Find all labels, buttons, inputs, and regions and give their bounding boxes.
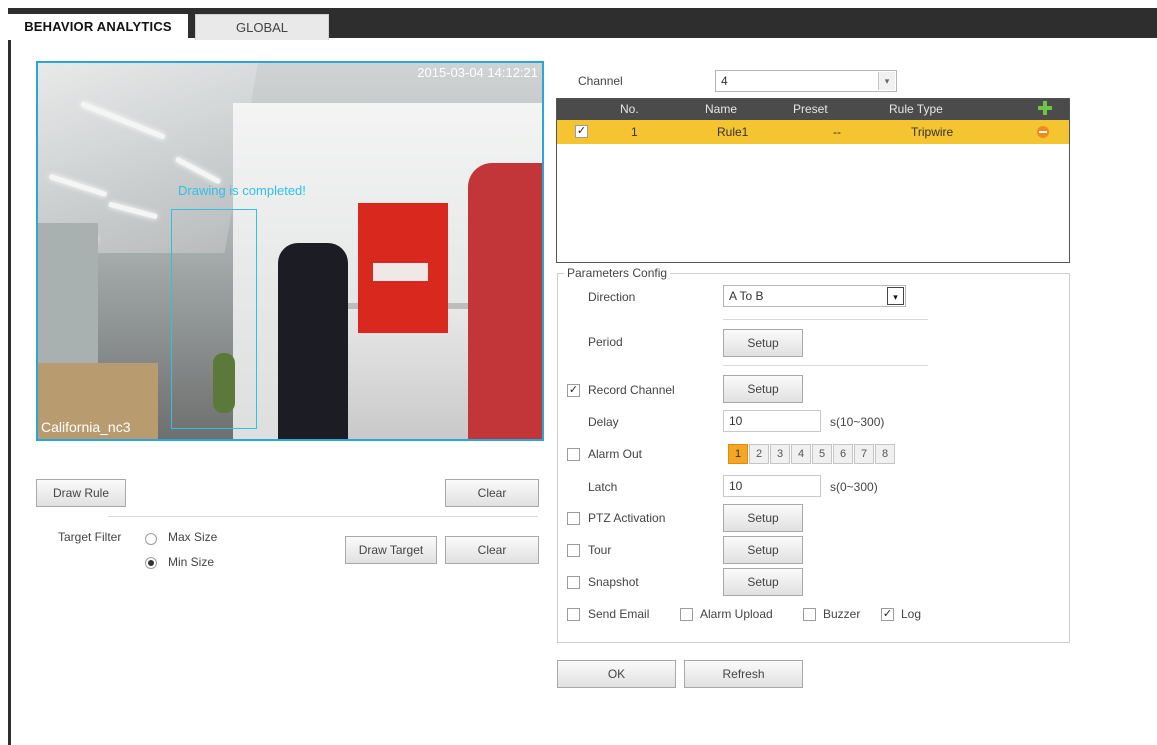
- send-email-label: Send Email: [588, 607, 650, 621]
- max-size-radio[interactable]: [145, 533, 157, 545]
- clear-rule-button[interactable]: Clear: [445, 479, 539, 507]
- video-bag-sign: [373, 263, 428, 281]
- latch-input[interactable]: 10: [723, 475, 821, 497]
- send-email-checkbox[interactable]: [567, 608, 580, 621]
- alarm-upload-checkbox[interactable]: [680, 608, 693, 621]
- snapshot-checkbox[interactable]: [567, 576, 580, 589]
- alarm-out-checkbox[interactable]: [567, 448, 580, 461]
- record-channel-label: Record Channel: [588, 383, 675, 397]
- header-rule-type: Rule Type: [889, 102, 943, 116]
- buzzer-checkbox[interactable]: [803, 608, 816, 621]
- min-size-label: Min Size: [168, 555, 215, 569]
- header-name: Name: [705, 102, 738, 116]
- min-size-radio[interactable]: [145, 557, 157, 569]
- rules-table: No. Name Preset Rule Type ✓ 1 Rule1 -- T…: [556, 98, 1070, 263]
- delay-input[interactable]: 10: [723, 410, 821, 432]
- alarm-out-7[interactable]: 7: [854, 444, 874, 464]
- alarm-out-1[interactable]: 1: [728, 444, 748, 464]
- alarm-out-label: Alarm Out: [588, 447, 643, 461]
- tour-setup-button[interactable]: Setup: [723, 536, 803, 564]
- alarm-out-5[interactable]: 5: [812, 444, 832, 464]
- table-row[interactable]: ✓ 1 Rule1 -- Tripwire: [557, 120, 1069, 144]
- page-frame: BEHAVIOR ANALYTICS GLOBAL Drawing is com…: [8, 8, 1157, 745]
- tab-global[interactable]: GLOBAL: [195, 14, 329, 40]
- period-label: Period: [588, 335, 623, 349]
- draw-target-button[interactable]: Draw Target: [345, 536, 437, 564]
- clear-target-button[interactable]: Clear: [445, 536, 539, 564]
- video-preview[interactable]: Drawing is completed! 2015-03-04 14:12:2…: [36, 61, 544, 441]
- video-red-coat: [468, 163, 542, 439]
- period-setup-button[interactable]: Setup: [723, 329, 803, 357]
- refresh-button[interactable]: Refresh: [684, 660, 803, 688]
- max-size-label: Max Size: [168, 530, 218, 544]
- header-preset: Preset: [793, 102, 828, 116]
- delay-range: s(10~300): [830, 415, 885, 429]
- tab-behavior-analytics[interactable]: BEHAVIOR ANALYTICS: [8, 14, 188, 40]
- drawing-status-text: Drawing is completed!: [178, 183, 306, 198]
- snapshot-label: Snapshot: [588, 575, 639, 589]
- ptz-activation-checkbox[interactable]: [567, 512, 580, 525]
- ptz-activation-label: PTZ Activation: [588, 511, 666, 525]
- delay-label: Delay: [588, 415, 619, 429]
- direction-value: A To B: [729, 289, 764, 303]
- channel-select[interactable]: 4 ▾: [715, 70, 897, 92]
- target-filter-label: Target Filter: [58, 530, 122, 544]
- divider: [723, 319, 928, 320]
- minus-circle-icon[interactable]: [1037, 126, 1049, 138]
- rule-preset: --: [833, 125, 841, 139]
- alarm-out-2[interactable]: 2: [749, 444, 769, 464]
- divider: [723, 365, 928, 366]
- snapshot-setup-button[interactable]: Setup: [723, 568, 803, 596]
- channel-value: 4: [721, 74, 728, 88]
- rule-no: 1: [631, 125, 638, 139]
- parameters-config-legend: Parameters Config: [564, 266, 671, 280]
- rule-enable-checkbox[interactable]: ✓: [575, 125, 588, 138]
- alarm-out-8[interactable]: 8: [875, 444, 895, 464]
- chevron-down-icon: ▾: [878, 72, 895, 90]
- left-edge-bar: [8, 38, 11, 745]
- video-timestamp: 2015-03-04 14:12:21: [417, 65, 538, 80]
- rule-type: Tripwire: [911, 125, 954, 139]
- video-coat: [278, 243, 348, 439]
- ok-button[interactable]: OK: [557, 660, 676, 688]
- alarm-out-6[interactable]: 6: [833, 444, 853, 464]
- video-left-wall: [38, 223, 98, 373]
- record-channel-setup-button[interactable]: Setup: [723, 375, 803, 403]
- alarm-out-3[interactable]: 3: [770, 444, 790, 464]
- log-label: Log: [901, 607, 922, 621]
- header-no: No.: [620, 102, 639, 116]
- latch-range: s(0~300): [830, 480, 878, 494]
- buzzer-label: Buzzer: [823, 607, 861, 621]
- plus-icon[interactable]: [1038, 101, 1052, 115]
- divider: [108, 516, 538, 517]
- tour-label: Tour: [588, 543, 612, 557]
- camera-name: California_nc3: [41, 419, 131, 435]
- direction-select[interactable]: A To B ▾: [723, 285, 906, 307]
- chevron-down-icon: ▾: [887, 287, 904, 305]
- ptz-setup-button[interactable]: Setup: [723, 504, 803, 532]
- rule-name: Rule1: [717, 125, 749, 139]
- alarm-upload-label: Alarm Upload: [700, 607, 773, 621]
- record-channel-checkbox[interactable]: ✓: [567, 384, 580, 397]
- latch-label: Latch: [588, 480, 618, 494]
- tour-checkbox[interactable]: [567, 544, 580, 557]
- alarm-out-4[interactable]: 4: [791, 444, 811, 464]
- rules-table-header: No. Name Preset Rule Type: [557, 99, 1069, 120]
- direction-label: Direction: [588, 290, 636, 304]
- channel-label: Channel: [578, 74, 623, 88]
- tripwire-rule-box[interactable]: [171, 209, 257, 429]
- log-checkbox[interactable]: ✓: [881, 608, 894, 621]
- draw-rule-button[interactable]: Draw Rule: [36, 479, 126, 507]
